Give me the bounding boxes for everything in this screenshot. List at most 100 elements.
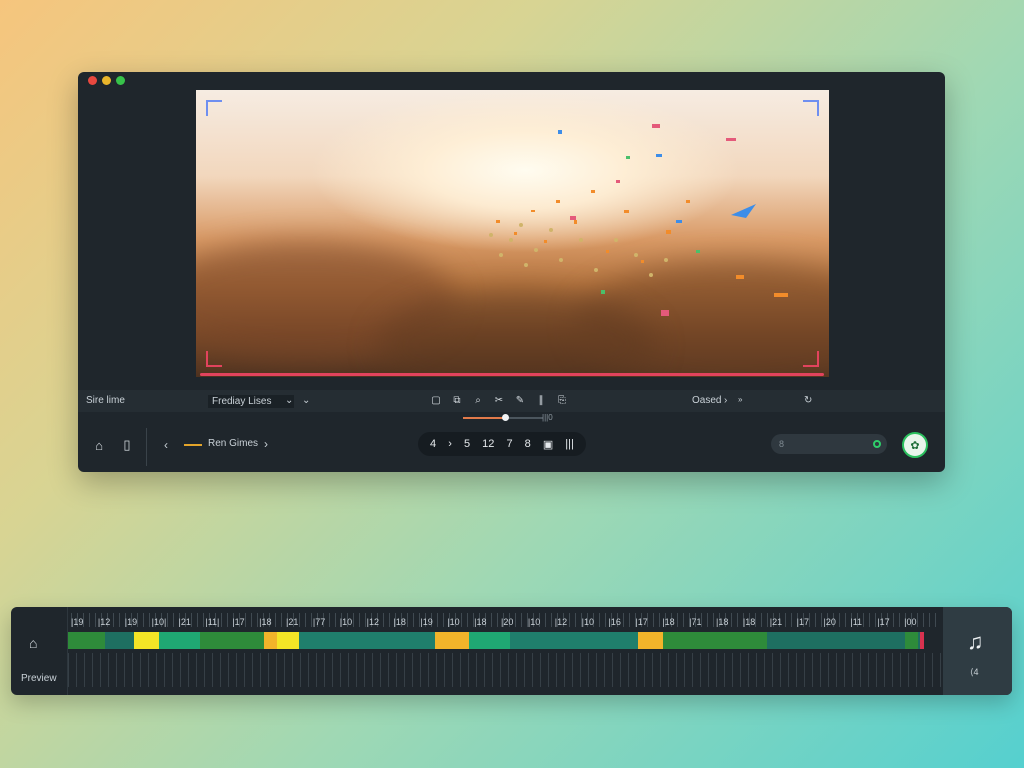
- scrub-handle[interactable]: [501, 414, 509, 421]
- timeline-clip[interactable]: [277, 632, 299, 649]
- pen-icon[interactable]: ✎: [514, 394, 526, 406]
- mobile-device-icon[interactable]: ▯: [118, 436, 136, 454]
- preset-dropdown[interactable]: Frediay Lises: [208, 395, 294, 408]
- columns-icon[interactable]: ∥: [535, 394, 547, 406]
- ruler-label: |18: [662, 617, 675, 627]
- crop-corner-bottom-left[interactable]: [206, 351, 222, 367]
- scrub-fill: [463, 417, 505, 419]
- timeline-clip[interactable]: [448, 632, 470, 649]
- preview-label: Preview: [21, 673, 57, 684]
- folder-icon[interactable]: ▣: [543, 438, 553, 451]
- timeline-clip[interactable]: [200, 632, 264, 649]
- scrub-slider[interactable]: [463, 414, 543, 421]
- editor-window: Sire lime Frediay Lises ⌄ ⌄ ▢ ⧉ ⌕ ✂ ✎ ∥ …: [78, 72, 945, 472]
- timeline-track[interactable]: [68, 632, 922, 649]
- expand-icon[interactable]: »: [738, 395, 742, 404]
- ruler-label: |10|: [151, 617, 167, 627]
- ruler-label: |19: [124, 617, 138, 627]
- ruler-label: |18: [259, 617, 272, 627]
- editor-toolbar: Sire lime Frediay Lises ⌄ ⌄ ▢ ⧉ ⌕ ✂ ✎ ∥ …: [78, 390, 945, 412]
- timeline-clip[interactable]: [469, 632, 510, 649]
- window-controls: [88, 76, 125, 85]
- tool-buttons: ▢ ⧉ ⌕ ✂ ✎ ∥ ⎘: [430, 394, 568, 406]
- crop-corner-bottom-right[interactable]: [803, 351, 819, 367]
- confetti-particles: [489, 124, 788, 316]
- music-note-icon[interactable]: ♫: [967, 629, 984, 655]
- avatar[interactable]: ✿: [902, 432, 928, 458]
- chevron-left-icon[interactable]: ‹: [164, 438, 168, 452]
- page-item[interactable]: 8: [525, 438, 531, 450]
- copy-icon[interactable]: ⧉: [451, 394, 463, 406]
- page-next-icon[interactable]: ›: [448, 438, 452, 450]
- toolbar-left-label: Sire lime: [86, 395, 125, 406]
- ruler-label: |00: [904, 617, 917, 627]
- page-selector: 4 › 5 12 7 8 ▣ |||: [418, 432, 586, 456]
- home-icon[interactable]: ⌂: [90, 436, 108, 454]
- crop-corner-top-right[interactable]: [803, 100, 819, 116]
- chevron-right-icon[interactable]: ›: [724, 395, 727, 406]
- crop-corner-top-left[interactable]: [206, 100, 222, 116]
- bars-icon[interactable]: |||: [565, 438, 574, 450]
- cut-icon[interactable]: ✂: [493, 394, 505, 406]
- timeline-clip[interactable]: [298, 632, 436, 649]
- ruler-label: |20: [501, 617, 514, 627]
- ruler-label: |10: [447, 617, 460, 627]
- refresh-icon[interactable]: ↻: [804, 395, 812, 406]
- paste-icon[interactable]: ⎘: [556, 394, 568, 406]
- ruler-label: |17: [796, 617, 809, 627]
- audio-label: ⟨4: [970, 667, 979, 677]
- ruler-label: |10: [527, 617, 541, 627]
- playhead[interactable]: [920, 632, 924, 649]
- timeline-clip[interactable]: [133, 632, 160, 649]
- ruler-label: |21: [769, 617, 783, 627]
- chevron-down-icon[interactable]: ⌄: [285, 395, 293, 406]
- search-placeholder: 8: [779, 439, 785, 449]
- editor-bottom-bar: ⌂ ▯ ‹ Ren Gimes › 4 › 5 12 7 8 ▣ ||| 8 ✿: [78, 424, 945, 472]
- chevron-right-icon[interactable]: ›: [264, 437, 268, 451]
- timeline-clip[interactable]: [663, 632, 767, 649]
- audio-panel[interactable]: ♫ ⟨4: [943, 607, 1012, 695]
- divider: [146, 428, 147, 466]
- ruler-label: |19: [420, 617, 433, 627]
- ruler-label: |10: [339, 617, 353, 627]
- search-input[interactable]: 8: [771, 434, 887, 454]
- ruler-label: |16: [608, 617, 621, 627]
- frame-icon[interactable]: ▢: [430, 394, 442, 406]
- minimize-window-button[interactable]: [102, 76, 111, 85]
- zoom-icon[interactable]: ⌕: [472, 394, 484, 406]
- timeline-clip[interactable]: [638, 632, 664, 649]
- timeline-clip[interactable]: [904, 632, 918, 649]
- ruler-label: |18: [742, 617, 756, 627]
- scrub-tick-label: |||0: [542, 413, 553, 422]
- chevron-down-icon[interactable]: ⌄: [302, 395, 310, 406]
- render-indicator: [184, 444, 202, 446]
- ruler-label: |11|: [205, 617, 220, 627]
- close-window-button[interactable]: [88, 76, 97, 85]
- timeline-panel: ⌂ Preview |19 |12 |19 |10| |21 |11| |17 |18 |21 |…: [11, 607, 1012, 695]
- maximize-window-button[interactable]: [116, 76, 125, 85]
- page-item[interactable]: 5: [464, 438, 470, 450]
- preview-progress-line: [200, 373, 824, 376]
- render-label: Ren Gimes: [208, 438, 259, 449]
- ruler-label: |17: [635, 617, 648, 627]
- ruler-label: |71: [689, 617, 702, 627]
- timeline-grid: [68, 653, 942, 687]
- ruler-label: |17: [232, 617, 245, 627]
- video-preview[interactable]: [196, 90, 829, 377]
- ruler-label: |18: [393, 617, 406, 627]
- timeline-ruler[interactable]: |19 |12 |19 |10| |21 |11| |17 |18 |21 |77 |10 |12 |1…: [71, 613, 941, 631]
- timeline-clip[interactable]: [263, 632, 278, 649]
- timeline-clip[interactable]: [435, 632, 449, 649]
- timeline-clip[interactable]: [509, 632, 639, 649]
- page-item[interactable]: 7: [506, 438, 512, 450]
- timeline-clip[interactable]: [159, 632, 201, 649]
- timeline-clip[interactable]: [68, 632, 105, 649]
- page-item[interactable]: 12: [482, 438, 494, 450]
- ruler-label: |12: [366, 617, 379, 627]
- status-ring-icon: [873, 440, 881, 448]
- ruler-label: |10: [581, 617, 594, 627]
- ruler-label: |21: [178, 617, 191, 627]
- timeline-sidebar: ⌂ Preview: [11, 607, 68, 695]
- page-item[interactable]: 4: [430, 438, 436, 450]
- home-icon[interactable]: ⌂: [29, 635, 37, 651]
